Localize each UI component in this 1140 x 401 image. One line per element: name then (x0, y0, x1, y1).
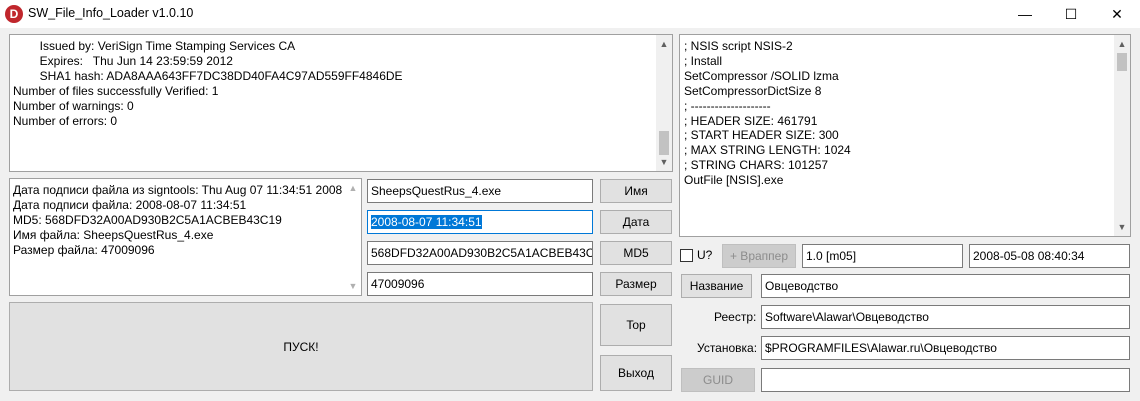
scroll-down-arrow-icon[interactable]: ▼ (1114, 219, 1130, 235)
app-icon: D (5, 5, 23, 23)
text-line: Дата подписи файла из signtools: Thu Aug… (13, 183, 343, 197)
window-title: SW_File_Info_Loader v1.0.10 (28, 6, 194, 20)
title-field[interactable]: Овцеводство (761, 274, 1130, 298)
build-date-field[interactable]: 2008-05-08 08:40:34 (969, 244, 1130, 268)
sign-date-selected-text: 2008-08-07 11:34:51 (371, 215, 482, 229)
scroll-thumb[interactable] (1117, 53, 1127, 71)
registry-field[interactable]: Software\Alawar\Овцеводство (761, 305, 1130, 329)
text-line: ; NSIS script NSIS-2 (684, 39, 793, 53)
start-button[interactable]: ПУСК! (9, 302, 593, 391)
install-label: Установка: (697, 341, 758, 355)
text-line: OutFile [NSIS].exe (684, 173, 784, 188)
text-line: SetCompressor /SOLID lzma (684, 68, 839, 83)
text-line: Issued by: VeriSign Time Stamping Servic… (13, 39, 296, 53)
title-button[interactable]: Название (681, 274, 752, 298)
text-line: ; START HEADER SIZE: 300 (684, 128, 839, 143)
text-line: SHA1 hash: ADA8AAA643FF7DC38DD40FA4C97AD… (13, 68, 403, 83)
exit-button[interactable]: Выход (600, 355, 672, 391)
install-path-field[interactable]: $PROGRAMFILES\Alawar.ru\Овцеводство (761, 336, 1130, 360)
size-button[interactable]: Размер (600, 272, 672, 296)
guid-field[interactable] (761, 368, 1130, 392)
file-info-scrollbar[interactable]: ▲ ▼ (345, 179, 361, 295)
title-bar: D SW_File_Info_Loader v1.0.10 — ☐ ✕ (0, 0, 1140, 28)
md5-button[interactable]: MD5 (600, 241, 672, 265)
text-line: ; HEADER SIZE: 461791 (684, 113, 818, 128)
text-line: Expires: Thu Jun 14 23:59:59 2012 (13, 53, 233, 68)
text-line: Размер файла: 47009096 (13, 242, 155, 257)
minimize-button[interactable]: — (1002, 0, 1048, 28)
scroll-up-arrow-icon[interactable]: ▲ (656, 36, 672, 52)
verify-log[interactable]: Issued by: VeriSign Time Stamping Servic… (9, 34, 673, 172)
u-checkbox-label: U? (697, 248, 713, 262)
text-line: ; Install (684, 53, 723, 68)
scroll-thumb[interactable] (659, 131, 669, 155)
file-info-view[interactable]: Дата подписи файла из signtools: Thu Aug… (9, 178, 362, 296)
nsis-script-scrollbar[interactable]: ▲ ▼ (1114, 35, 1130, 236)
scroll-up-arrow-icon[interactable]: ▲ (345, 180, 361, 196)
scroll-down-arrow-icon[interactable]: ▼ (345, 278, 361, 294)
version-field[interactable]: 1.0 [m05] (802, 244, 963, 268)
top-button[interactable]: Top (600, 304, 672, 346)
scroll-down-arrow-icon[interactable]: ▼ (656, 154, 672, 170)
text-line: ; STRING CHARS: 101257 (684, 158, 829, 173)
text-line: Дата подписи файла: 2008-08-07 11:34:51 (13, 197, 247, 212)
name-button[interactable]: Имя (600, 179, 672, 203)
text-line: ; MAX STRING LENGTH: 1024 (684, 143, 851, 158)
maximize-button[interactable]: ☐ (1048, 0, 1094, 28)
text-line: Number of errors: 0 (13, 113, 118, 128)
md5-field[interactable]: 568DFD32A00AD930B2C5A1ACBEB43C19 (367, 241, 593, 265)
nsis-script-view[interactable]: ; NSIS script NSIS-2; Install SetCompress… (679, 34, 1131, 237)
file-size-field[interactable]: 47009096 (367, 272, 593, 296)
wrapper-button[interactable]: + Враппер (722, 244, 796, 268)
sign-date-field[interactable]: 2008-08-07 11:34:51 (367, 210, 593, 234)
scroll-up-arrow-icon[interactable]: ▲ (1114, 36, 1130, 52)
close-button[interactable]: ✕ (1094, 0, 1140, 28)
text-line: ; -------------------- (684, 98, 771, 113)
file-name-field[interactable]: SheepsQuestRus_4.exe (367, 179, 593, 203)
registry-label: Реестр: (714, 310, 757, 324)
text-line: Имя файла: SheepsQuestRus_4.exe (13, 227, 214, 242)
text-line: Number of files successfully Verified: 1 (13, 83, 219, 98)
text-line: Number of warnings: 0 (13, 98, 134, 113)
text-line: MD5: 568DFD32A00AD930B2C5A1ACBEB43C19 (13, 212, 282, 227)
verify-log-scrollbar[interactable]: ▲ ▼ (656, 35, 672, 171)
u-checkbox[interactable] (680, 249, 693, 262)
date-button[interactable]: Дата (600, 210, 672, 234)
guid-button[interactable]: GUID (681, 368, 755, 392)
text-line: SetCompressorDictSize 8 (684, 83, 822, 98)
